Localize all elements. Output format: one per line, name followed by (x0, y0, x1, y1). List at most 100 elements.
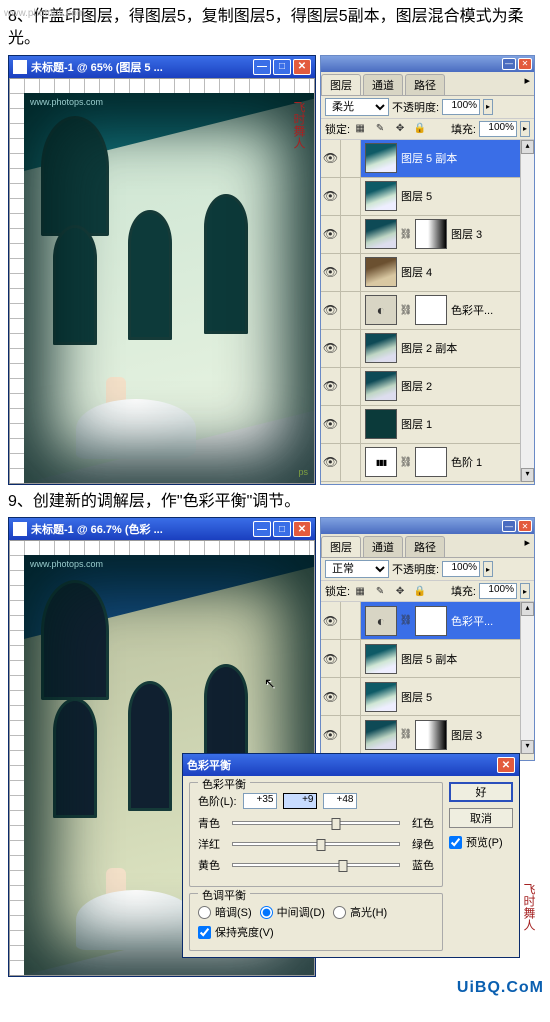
lock-transparency-icon[interactable]: ▦ (353, 122, 367, 136)
visibility-eye-icon[interactable]: 👁 (321, 330, 341, 367)
layer-name[interactable]: 图层 5 副本 (401, 651, 457, 667)
layer-name[interactable]: 图层 3 (451, 727, 482, 743)
link-col[interactable] (341, 140, 361, 177)
link-col[interactable] (341, 368, 361, 405)
blend-mode-select[interactable]: 正常 (325, 560, 389, 578)
mask-link-icon[interactable]: ⛓ (401, 606, 411, 636)
layer-name[interactable]: 图层 4 (401, 264, 432, 280)
link-col[interactable] (341, 444, 361, 481)
layer-thumbnail[interactable] (365, 219, 397, 249)
layer-row[interactable]: 👁⛓色阶 1 (321, 444, 520, 482)
layer-name[interactable]: 色阶 1 (451, 454, 482, 470)
layer-thumbnail[interactable] (365, 333, 397, 363)
opacity-arrow[interactable]: ▸ (483, 99, 493, 115)
minimize-button[interactable]: — (253, 59, 271, 75)
visibility-eye-icon[interactable]: 👁 (321, 602, 341, 639)
link-col[interactable] (341, 254, 361, 291)
visibility-eye-icon[interactable]: 👁 (321, 640, 341, 677)
mask-thumbnail[interactable] (415, 720, 447, 750)
link-col[interactable] (341, 716, 361, 753)
layer-name[interactable]: 图层 2 (401, 378, 432, 394)
opacity-value[interactable]: 100% (442, 99, 480, 115)
visibility-eye-icon[interactable]: 👁 (321, 406, 341, 443)
level-value-2[interactable]: +9 (283, 793, 317, 809)
close-button[interactable]: ✕ (293, 59, 311, 75)
maximize-button[interactable]: □ (273, 521, 291, 537)
layer-thumbnail[interactable] (365, 257, 397, 287)
link-col[interactable] (341, 678, 361, 715)
lock-move-icon[interactable]: ✥ (393, 584, 407, 598)
minimize-button[interactable]: — (253, 521, 271, 537)
layer-row[interactable]: 👁 ⛓ 色彩平... (321, 602, 520, 640)
fill-value[interactable]: 100% (479, 121, 517, 137)
tone-radio[interactable]: 暗调(S) (198, 904, 252, 920)
link-col[interactable] (341, 602, 361, 639)
mask-thumbnail[interactable] (415, 606, 447, 636)
opacity-arrow[interactable]: ▸ (483, 561, 493, 577)
mask-link-icon[interactable]: ⛓ (401, 720, 411, 750)
opacity-value[interactable]: 100% (442, 561, 480, 577)
layer-name[interactable]: 图层 3 (451, 226, 482, 242)
cancel-button[interactable]: 取消 (449, 808, 513, 828)
palette-menu-arrow[interactable]: ▸ (520, 74, 534, 95)
layers-scrollbar[interactable]: ▴▾ (520, 140, 534, 482)
visibility-eye-icon[interactable]: 👁 (321, 178, 341, 215)
layer-row[interactable]: 👁 图层 5 (321, 178, 520, 216)
layer-row[interactable]: 👁 图层 4 (321, 254, 520, 292)
lock-paint-icon[interactable]: ✎ (373, 122, 387, 136)
tab-channels[interactable]: 通道 (363, 536, 403, 557)
layer-thumbnail[interactable] (365, 143, 397, 173)
layer-name[interactable]: 色彩平... (451, 613, 493, 629)
layer-name[interactable]: 图层 5 副本 (401, 150, 457, 166)
dialog-close[interactable]: ✕ (497, 757, 515, 773)
lock-move-icon[interactable]: ✥ (393, 122, 407, 136)
slider-thumb[interactable] (316, 839, 325, 851)
lock-paint-icon[interactable]: ✎ (373, 584, 387, 598)
slider-track[interactable] (232, 821, 400, 825)
mask-link-icon[interactable]: ⛓ (401, 295, 411, 325)
link-col[interactable] (341, 330, 361, 367)
link-col[interactable] (341, 292, 361, 329)
visibility-eye-icon[interactable]: 👁 (321, 716, 341, 753)
level-value-1[interactable]: +35 (243, 793, 277, 809)
fill-arrow[interactable]: ▸ (520, 583, 530, 599)
layer-row[interactable]: 👁 ⛓ 色彩平... (321, 292, 520, 330)
layer-row[interactable]: 👁 图层 5 副本 (321, 640, 520, 678)
link-col[interactable] (341, 178, 361, 215)
palette-minimize[interactable]: — (502, 520, 516, 532)
layer-thumbnail[interactable] (365, 606, 397, 636)
level-value-3[interactable]: +48 (323, 793, 357, 809)
slider-thumb[interactable] (331, 818, 340, 830)
visibility-eye-icon[interactable]: 👁 (321, 678, 341, 715)
layer-name[interactable]: 图层 5 (401, 188, 432, 204)
layers-scrollbar[interactable]: ▴▾ (520, 602, 534, 754)
link-col[interactable] (341, 216, 361, 253)
fill-arrow[interactable]: ▸ (520, 121, 530, 137)
layer-name[interactable]: 色彩平... (451, 302, 493, 318)
tab-paths[interactable]: 路径 (405, 74, 445, 95)
layer-thumbnail[interactable] (365, 371, 397, 401)
layer-row[interactable]: 👁⛓图层 3 (321, 216, 520, 254)
tab-layers[interactable]: 图层 (321, 536, 361, 557)
palette-close[interactable]: ✕ (518, 58, 532, 70)
canvas-1[interactable]: www.photops.com 飞时舞人 ps (24, 93, 314, 483)
lock-transparency-icon[interactable]: ▦ (353, 584, 367, 598)
layer-thumbnail[interactable] (365, 409, 397, 439)
layer-thumbnail[interactable] (365, 181, 397, 211)
tab-paths[interactable]: 路径 (405, 536, 445, 557)
slider-track[interactable] (232, 842, 400, 846)
ok-button[interactable]: 好 (449, 782, 513, 802)
layer-row[interactable]: 👁图层 5 副本 (321, 140, 520, 178)
layer-row[interactable]: 👁图层 5 (321, 678, 520, 716)
layer-thumbnail[interactable] (365, 720, 397, 750)
tone-radio[interactable]: 中间调(D) (260, 904, 325, 920)
link-col[interactable] (341, 640, 361, 677)
titlebar-2[interactable]: 未标题-1 @ 66.7% (色彩 ... — □ ✕ (9, 518, 315, 540)
visibility-eye-icon[interactable]: 👁 (321, 292, 341, 329)
mask-thumbnail[interactable] (415, 295, 447, 325)
visibility-eye-icon[interactable]: 👁 (321, 254, 341, 291)
visibility-eye-icon[interactable]: 👁 (321, 368, 341, 405)
visibility-eye-icon[interactable]: 👁 (321, 444, 341, 481)
preview-checkbox[interactable]: 预览(P) (449, 834, 513, 850)
mask-thumbnail[interactable] (415, 447, 447, 477)
